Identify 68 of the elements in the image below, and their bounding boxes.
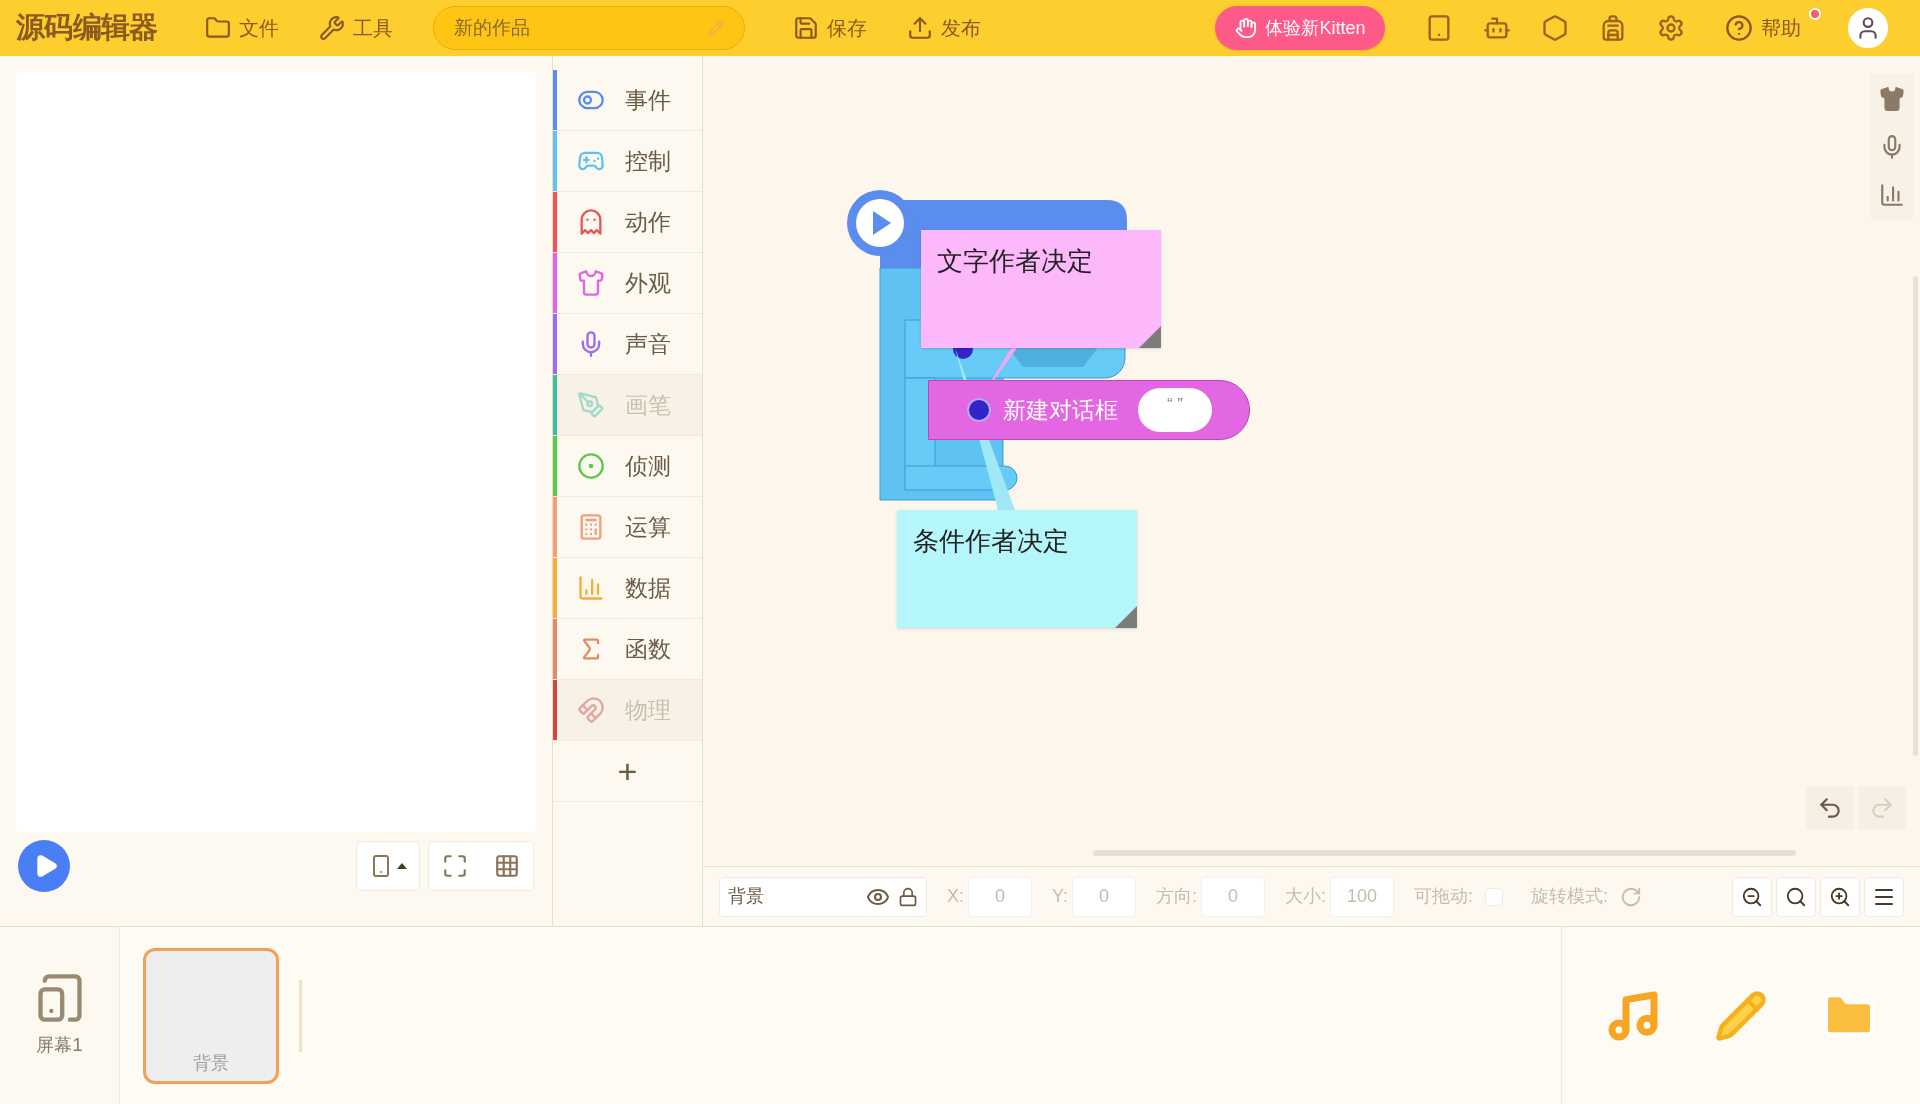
resize-handle-icon[interactable] <box>1115 606 1137 628</box>
search-icon <box>1785 885 1807 908</box>
redo-icon <box>1869 795 1895 821</box>
field-label: Y: <box>1052 885 1069 908</box>
menu-button[interactable]: 工具 <box>303 8 410 48</box>
sprite-thumbnail[interactable]: 背景 <box>143 947 279 1084</box>
screen-item[interactable]: 屏幕1 <box>0 927 120 1104</box>
field-label: 可拖动: <box>1414 885 1474 908</box>
project-title: 新的作品 <box>454 15 531 40</box>
grid-icon[interactable] <box>494 853 520 879</box>
hand-icon <box>1235 17 1258 39</box>
help-icon <box>1725 14 1754 42</box>
run-button[interactable] <box>18 840 70 892</box>
category-item[interactable]: 控制 <box>553 131 702 192</box>
toolbar-button[interactable]: 保存 <box>777 8 884 48</box>
avatar[interactable] <box>1848 8 1888 48</box>
category-item[interactable]: 侦测 <box>553 436 702 497</box>
hexagon-icon[interactable] <box>1541 14 1570 42</box>
app-logo: 源码编辑器 <box>16 10 158 46</box>
magnet-icon <box>577 696 605 724</box>
sprite-name-field[interactable]: 背景 <box>719 876 927 917</box>
shirt-icon <box>577 269 605 297</box>
undo-icon <box>1817 795 1843 821</box>
category-item[interactable]: 数据 <box>553 558 702 619</box>
fullscreen-icon[interactable] <box>442 853 468 879</box>
category-item[interactable]: 外观 <box>553 253 702 314</box>
lock-icon[interactable] <box>898 886 918 907</box>
zoom-out-button[interactable] <box>1732 876 1772 917</box>
comment-note[interactable]: 文字作者决定 <box>921 230 1161 348</box>
field-label: 大小: <box>1285 885 1327 908</box>
comment-note[interactable]: 条件作者决定 <box>897 510 1137 628</box>
help-badge-icon <box>967 398 991 422</box>
shirt-icon[interactable] <box>1879 86 1905 112</box>
target-icon <box>577 452 605 480</box>
pen-icon <box>577 391 605 419</box>
text-input[interactable]: “ ” <box>1138 388 1212 432</box>
project-title-field[interactable]: 新的作品 <box>433 6 746 50</box>
category-item[interactable]: 动作 <box>553 192 702 253</box>
upload-icon <box>907 15 934 41</box>
menu-button[interactable] <box>1864 876 1904 917</box>
folder-icon <box>205 15 232 41</box>
help-button[interactable]: 帮助 <box>1725 13 1802 43</box>
zoom-reset-button[interactable] <box>1776 876 1816 917</box>
field-label: 旋转模式: <box>1531 885 1609 908</box>
toolbar-button[interactable]: 发布 <box>891 8 998 48</box>
zoom-out-icon <box>1741 885 1763 908</box>
category-item[interactable]: 运算 <box>553 497 702 558</box>
add-category-button[interactable]: + <box>553 741 702 802</box>
zoom-in-icon <box>1829 885 1851 908</box>
dialog-block[interactable]: 新建对话框 “ ” <box>928 380 1250 440</box>
field-label: 方向: <box>1156 885 1198 908</box>
draggable-checkbox[interactable] <box>1485 887 1504 906</box>
resize-handle-icon[interactable] <box>1139 326 1161 348</box>
menu-button[interactable]: 文件 <box>189 8 296 48</box>
field-label: X: <box>947 885 964 908</box>
settings-icon[interactable] <box>1657 14 1686 42</box>
caret-icon <box>397 863 407 869</box>
save-icon <box>793 15 820 41</box>
bar-chart-icon <box>577 574 605 602</box>
promo-button[interactable]: 体验新Kitten <box>1215 6 1386 50</box>
block-label: 新建对话框 <box>1003 395 1118 425</box>
category-item[interactable]: 事件 <box>553 70 702 131</box>
undo-button[interactable] <box>1806 786 1854 830</box>
zoom-in-button[interactable] <box>1820 876 1860 917</box>
device-button[interactable] <box>356 841 420 891</box>
edit-icon <box>708 20 725 36</box>
wrench-icon <box>319 15 346 41</box>
bar-chart-icon[interactable] <box>1879 182 1905 208</box>
